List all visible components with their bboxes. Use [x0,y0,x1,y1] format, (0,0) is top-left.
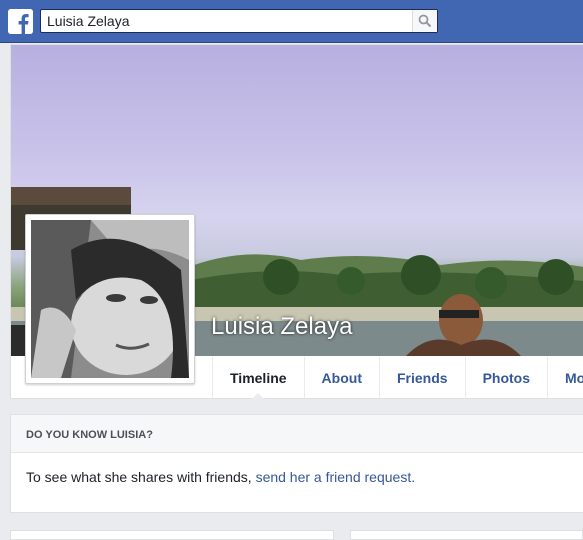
avatar-image [31,220,189,378]
profile-name[interactable]: Luisia Zelaya [211,313,352,341]
profile-picture[interactable] [25,214,195,384]
left-column-card [10,530,334,540]
tab-friends[interactable]: Friends [378,357,465,399]
search-box [40,9,438,33]
right-column-card [350,530,583,540]
search-icon [418,14,432,28]
do-you-know-title: DO YOU KNOW LUISIA? [26,429,153,441]
tab-more[interactable]: Mo [547,357,583,399]
search-input[interactable] [47,12,407,30]
send-friend-request-link[interactable]: send her a friend request. [256,469,416,485]
do-you-know-text: To see what she shares with friends, sen… [26,469,415,485]
profile-tabs: Timeline About Friends Photos Mo [212,357,583,400]
friend-request-prompt: To see what she shares with friends, [26,469,252,485]
search-button[interactable] [412,10,437,32]
profile-header: Luisia Zelaya Timeline About Friends Pho… [10,44,583,400]
do-you-know-box: DO YOU KNOW LUISIA? To see what she shar… [10,414,583,513]
tab-about[interactable]: About [303,357,379,399]
tab-photos[interactable]: Photos [464,357,547,399]
facebook-logo-icon[interactable] [8,9,33,34]
tab-timeline[interactable]: Timeline [212,357,304,400]
top-bar [0,0,583,43]
do-you-know-header: DO YOU KNOW LUISIA? [11,415,583,453]
